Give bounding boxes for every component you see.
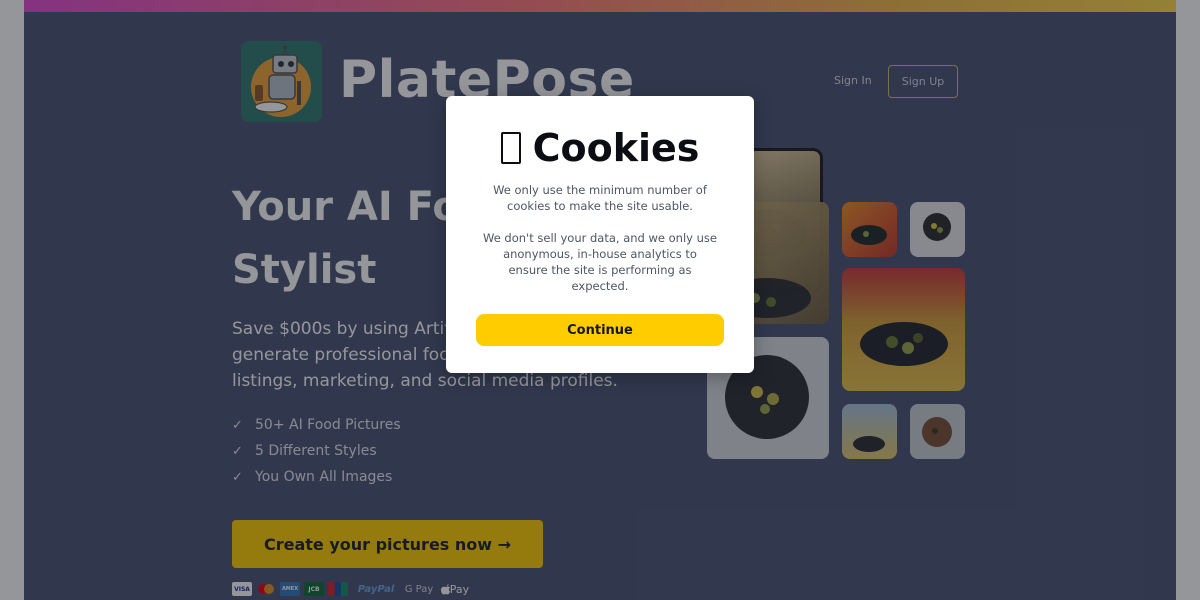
cookie-dialog-body: We only use the minimum number of cookie… (482, 182, 718, 294)
cookie-dialog-paragraph-2: We don't sell your data, and we only use… (483, 231, 717, 293)
cookie-dialog-paragraph-1: We only use the minimum number of cookie… (493, 183, 707, 213)
cookie-dialog-header: Cookies (446, 126, 754, 170)
continue-button[interactable]: Continue (476, 314, 724, 346)
cookie-dialog: Cookies We only use the minimum number o… (446, 96, 754, 373)
cookie-dialog-title: Cookies (532, 126, 700, 170)
cookie-icon (500, 132, 521, 164)
